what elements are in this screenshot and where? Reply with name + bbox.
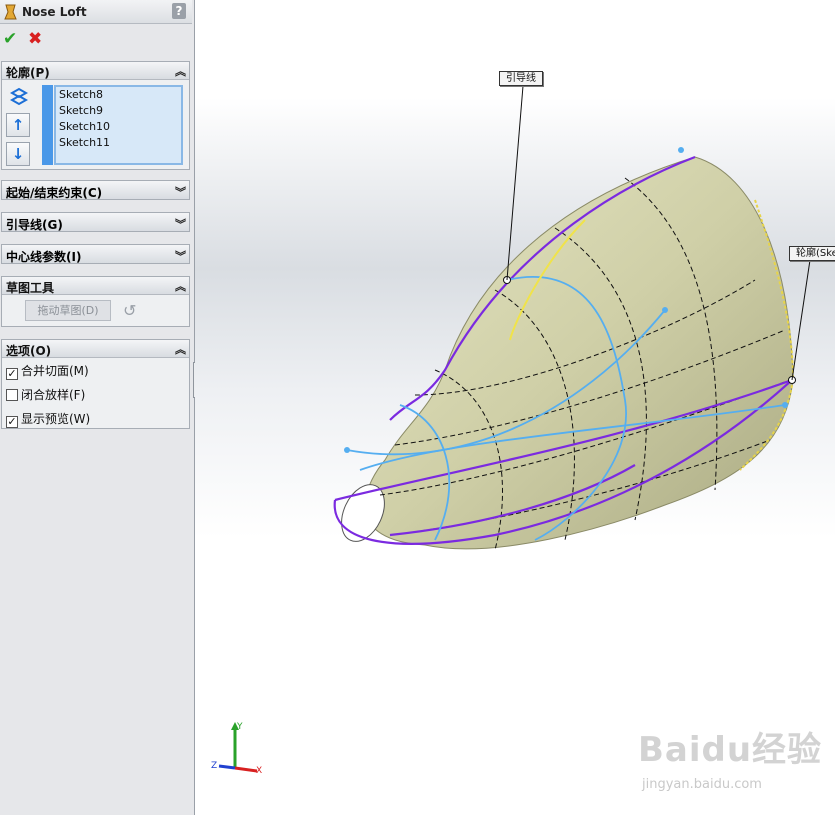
merge-tangent-faces-checkbox[interactable]: ✓ 合并切面(M) — [6, 362, 89, 380]
guide-curves-label: 引导线(G) — [6, 218, 63, 232]
collapse-icon[interactable]: ︽ — [175, 63, 186, 79]
ok-button[interactable]: ✔ — [3, 30, 17, 48]
feature-title: Nose Loft — [22, 5, 87, 19]
move-up-button[interactable]: ↑ — [6, 113, 30, 137]
expand-icon[interactable]: ︾ — [175, 184, 186, 200]
profile-selection-icon — [9, 87, 29, 106]
feature-title-bar: Nose Loft ? — [0, 0, 192, 24]
triad-z-label: Z — [211, 761, 218, 771]
undo-icon[interactable]: ↺ — [123, 301, 136, 320]
profiles-list[interactable]: Sketch8 Sketch9 Sketch10 Sketch11 — [54, 85, 183, 165]
checkbox-box[interactable]: ✓ — [6, 368, 18, 380]
triad-y-label: Y — [237, 722, 243, 732]
profile-callout-leader — [791, 259, 811, 381]
baidu-watermark: Baidu经验 — [638, 730, 823, 770]
list-item[interactable]: Sketch8 — [56, 87, 181, 103]
sketch-tools-section: 草图工具 ︽ 拖动草图(D) ↺ — [1, 276, 190, 327]
checkbox-label: 显示预览(W) — [21, 412, 91, 426]
checkbox-label: 闭合放样(F) — [21, 388, 86, 402]
checkbox-box[interactable] — [6, 389, 18, 401]
triad-x-label: X — [256, 766, 263, 776]
collapse-icon[interactable]: ︽ — [175, 278, 186, 294]
options-label: 选项(O) — [6, 344, 52, 358]
centerline-parameters-section[interactable]: 中心线参数(I) ︾ — [1, 244, 190, 264]
list-item[interactable]: Sketch10 — [56, 119, 181, 135]
expand-icon[interactable]: ︾ — [175, 216, 186, 232]
move-down-button[interactable]: ↓ — [6, 142, 30, 166]
baidu-watermark-url: jingyan.baidu.com — [642, 777, 762, 792]
guide-curve-callout[interactable]: 引导线 — [499, 71, 543, 86]
checkbox-box[interactable]: ✓ — [6, 416, 18, 428]
guide-curves-section[interactable]: 引导线(G) ︾ — [1, 212, 190, 232]
checkbox-label: 合并切面(M) — [21, 364, 89, 378]
guide-callout-leader — [506, 85, 524, 281]
property-manager: Nose Loft ? ✔ ✖ 轮廓(P) ︽ ↑ ↓ Sketch8 Sket… — [0, 0, 195, 815]
centerline-parameters-label: 中心线参数(I) — [6, 250, 82, 264]
list-item[interactable]: Sketch11 — [56, 135, 181, 151]
show-preview-checkbox[interactable]: ✓ 显示预览(W) — [6, 410, 90, 428]
selection-color-strip — [42, 85, 53, 165]
profiles-header-label: 轮廓(P) — [6, 66, 50, 80]
profiles-header[interactable]: 轮廓(P) ︽ — [2, 62, 189, 80]
loft-preview-model — [218, 85, 811, 773]
list-item[interactable]: Sketch9 — [56, 103, 181, 119]
collapse-icon[interactable]: ︽ — [175, 341, 186, 357]
profiles-section: 轮廓(P) ︽ ↑ ↓ Sketch8 Sketch9 Sketch10 Ske… — [1, 61, 190, 170]
drag-sketch-button[interactable]: 拖动草图(D) — [25, 300, 111, 321]
sketch-tools-header[interactable]: 草图工具 ︽ — [2, 277, 189, 295]
help-button[interactable]: ? — [172, 3, 186, 19]
solidworks-window: { "feature": { "title": "Nose Loft", "he… — [0, 0, 835, 815]
graphics-viewport[interactable]: 引导线 轮廓(Ske Y X Z Baidu经验 jingyan.baidu.c… — [195, 0, 835, 815]
loft-icon — [4, 4, 17, 20]
profile-callout[interactable]: 轮廓(Ske — [789, 246, 835, 261]
options-section: 选项(O) ︽ ✓ 合并切面(M) 闭合放样(F) ✓ 显示预览(W) — [1, 339, 190, 429]
start-end-constraints-label: 起始/结束约束(C) — [6, 186, 103, 200]
options-header[interactable]: 选项(O) ︽ — [2, 340, 189, 358]
expand-icon[interactable]: ︾ — [175, 248, 186, 264]
cancel-button[interactable]: ✖ — [28, 30, 42, 48]
start-end-constraints-section[interactable]: 起始/结束约束(C) ︾ — [1, 180, 190, 200]
sketch-tools-label: 草图工具 — [6, 281, 55, 295]
close-loft-checkbox[interactable]: 闭合放样(F) — [6, 386, 85, 404]
